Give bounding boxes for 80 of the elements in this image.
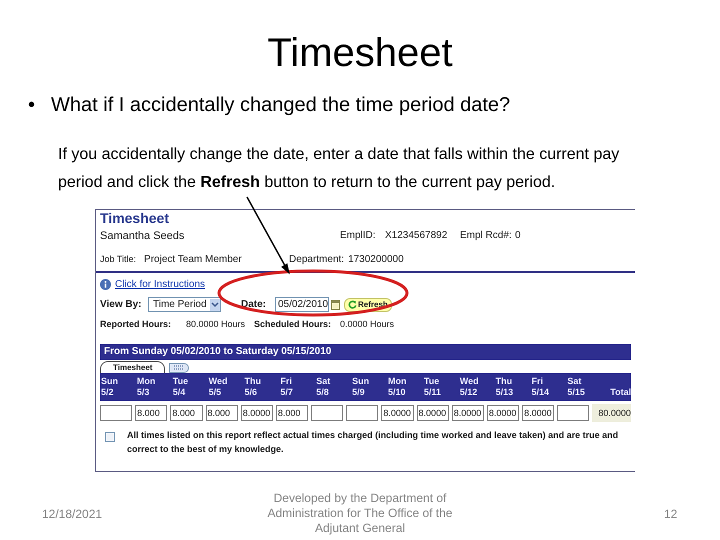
department-label: Department: (289, 253, 344, 267)
day-name: Sat (316, 376, 332, 386)
scheduled-hours-label: Scheduled Hours: (254, 318, 332, 331)
hours-field[interactable]: 8.0000 (452, 404, 484, 420)
hours-field[interactable] (311, 404, 344, 420)
date-label: Date: (241, 298, 268, 312)
employee-name: Samantha Seeds (100, 228, 186, 244)
hours-field[interactable]: 8.0000 (486, 404, 520, 420)
day-date: 5/14 (532, 386, 550, 398)
grid-icon (173, 365, 186, 370)
day-date: 5/12 (460, 386, 478, 398)
day-date: 5/5 (208, 386, 222, 398)
reported-hours-label: Reported Hours: (100, 318, 172, 331)
empl-id-label: EmplID: (340, 229, 377, 244)
day-date: 5/8 (316, 386, 330, 398)
day-name: Sun (101, 376, 119, 386)
day-name: Fri (532, 376, 544, 386)
hours-field[interactable]: 8.0000 (240, 404, 273, 420)
department-value: 1730200000 (348, 253, 404, 267)
slide-title: Timesheet (266, 33, 454, 73)
day-name: Wed (460, 376, 480, 386)
page-number: 12 (664, 506, 678, 522)
empl-rcd-value: 0 (515, 229, 521, 244)
day-date: 5/2 (101, 386, 115, 398)
total-header: Total (610, 386, 632, 398)
empl-id-value: X1234567892 (385, 229, 448, 244)
hours-field[interactable]: 8.000 (206, 404, 238, 420)
day-name: Sat (567, 376, 582, 386)
day-date: 5/15 (567, 386, 586, 398)
timesheet-heading: Timesheet (100, 210, 170, 228)
day-date: 5/6 (244, 386, 258, 398)
empl-rcd-label: Empl Rcd#: (460, 229, 513, 244)
grid-tab[interactable] (169, 362, 190, 372)
instructions-link[interactable]: Click for Instructions (115, 277, 206, 292)
job-title-label: Job Title: (100, 252, 136, 266)
day-name: Thu (244, 376, 262, 386)
hours-field[interactable]: 8.0000 (522, 404, 554, 420)
calendar-icon[interactable] (331, 300, 340, 310)
total-hours-cell: 80.0000 (592, 404, 631, 422)
bullet: • (28, 95, 36, 115)
hours-field[interactable] (557, 404, 590, 420)
hours-field[interactable]: 8.000 (170, 404, 203, 420)
attestation-text: All times listed on this report reflect actual times charged (including time worked and leave taken) and are true and correct to the best of my knowledge. (127, 428, 620, 456)
day-name: Wed (208, 376, 228, 386)
footer-date: 12/18/2021 (42, 506, 104, 522)
bullet-text: What if I accidentally changed the time period date? (51, 95, 510, 115)
timesheet-tab[interactable]: Timesheet (100, 360, 166, 372)
hours-field[interactable]: 8.0000 (416, 404, 449, 420)
job-title-value: Project Team Member (144, 253, 243, 267)
day-date: 5/4 (172, 386, 186, 398)
day-name: Tue (424, 376, 440, 386)
day-name: Sun (352, 376, 370, 386)
reported-hours-value: 80.0000 Hours (186, 318, 246, 331)
day-name: Thu (496, 376, 514, 386)
day-date: 5/11 (424, 386, 442, 398)
day-date: 5/10 (388, 386, 407, 398)
info-icon (100, 279, 111, 290)
attestation-checkbox[interactable] (105, 432, 115, 442)
instruction-note: If you accidentally change the date, enter a date that falls within the current pay period and click the Refresh button to return to the current pay period. (58, 145, 620, 193)
day-date: 5/9 (352, 386, 366, 398)
hours-field[interactable] (346, 404, 378, 420)
period-bar: From Sunday 05/02/2010 to Saturday 05/15/2010 (100, 344, 631, 360)
view-by-label: View By: (100, 298, 142, 312)
day-name: Tue (172, 376, 190, 386)
caret-icon (210, 298, 220, 310)
scheduled-hours-value: 0.0000 Hours (340, 318, 394, 331)
refresh-icon (348, 300, 357, 309)
day-date: 5/3 (136, 386, 150, 398)
footer-credit: Developed by the Department of Administration for The Office of the Adjutant General (266, 491, 454, 536)
view-by-dropdown[interactable]: Time Period (148, 297, 221, 312)
day-name: Mon (388, 376, 408, 386)
date-field[interactable]: 05/02/2010 (275, 297, 329, 312)
day-name: Mon (136, 376, 156, 386)
hours-field[interactable]: 8.000 (276, 404, 308, 420)
day-name: Fri (280, 376, 293, 386)
day-date: 5/13 (496, 386, 514, 398)
day-date: 5/7 (280, 386, 294, 398)
hours-field[interactable]: 8.0000 (381, 404, 414, 420)
hours-field[interactable] (100, 404, 132, 420)
hours-field[interactable]: 8.000 (135, 404, 168, 420)
